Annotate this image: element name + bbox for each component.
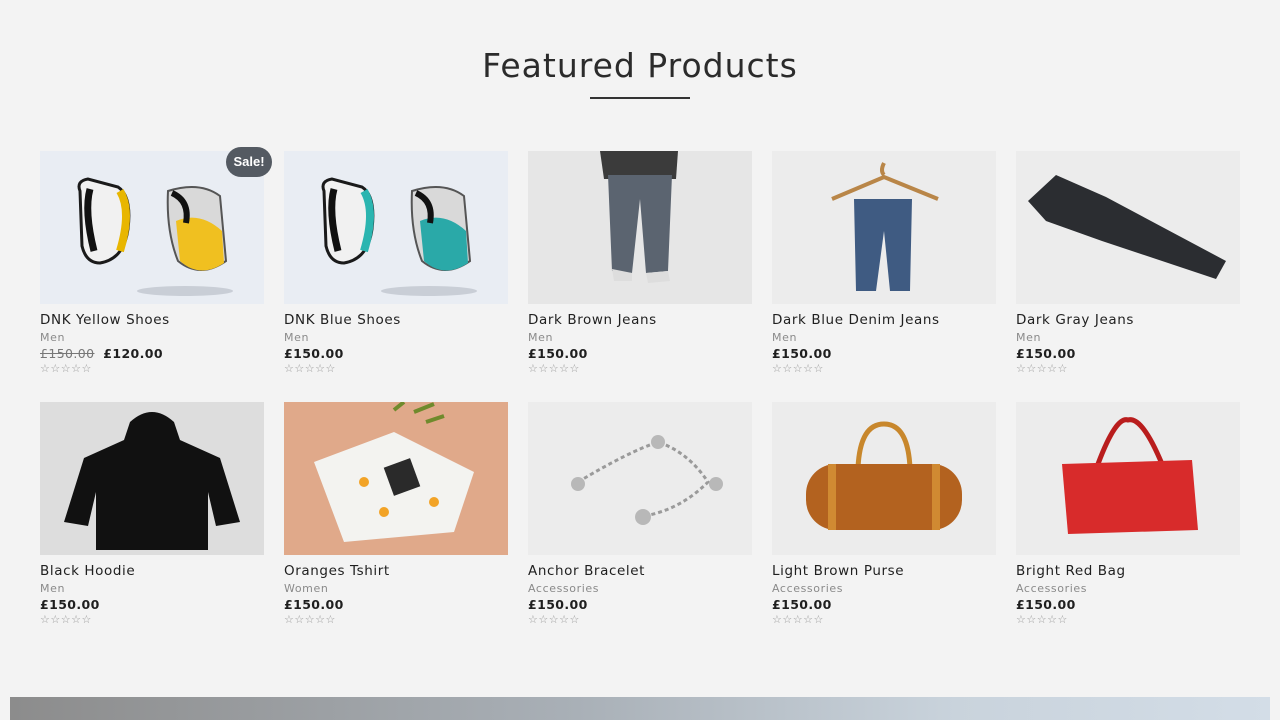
star-rating: ☆☆☆☆☆ bbox=[40, 363, 92, 375]
product-image[interactable] bbox=[284, 151, 508, 304]
product-image[interactable] bbox=[284, 402, 508, 555]
star-rating: ☆☆☆☆☆ bbox=[1016, 363, 1068, 375]
product-price: £150.00 £120.00 bbox=[40, 346, 264, 361]
sale-badge: Sale! bbox=[226, 147, 272, 177]
product-price: £150.00 bbox=[772, 346, 832, 361]
product-card-brown-jeans[interactable]: Dark Brown Jeans Men £150.00 ☆☆☆☆☆ bbox=[528, 151, 752, 375]
title-divider bbox=[590, 97, 690, 99]
product-name[interactable]: Dark Blue Denim Jeans bbox=[772, 312, 996, 328]
section-title: Featured Products bbox=[482, 46, 798, 85]
product-name[interactable]: Light Brown Purse bbox=[772, 563, 996, 579]
product-price: £150.00 bbox=[528, 597, 588, 612]
product-card-denim-jeans[interactable]: Dark Blue Denim Jeans Men £150.00 ☆☆☆☆☆ bbox=[772, 151, 996, 375]
sale-price: £120.00 bbox=[103, 346, 163, 361]
product-card-tshirt[interactable]: Oranges Tshirt Women £150.00 ☆☆☆☆☆ bbox=[284, 402, 508, 626]
product-card-purse[interactable]: Light Brown Purse Accessories £150.00 ☆☆… bbox=[772, 402, 996, 626]
product-image[interactable] bbox=[1016, 402, 1240, 555]
product-price: £150.00 bbox=[1016, 597, 1076, 612]
product-price: £150.00 bbox=[40, 597, 100, 612]
product-name[interactable]: Anchor Bracelet bbox=[528, 563, 752, 579]
product-category[interactable]: Men bbox=[40, 582, 264, 595]
product-category[interactable]: Accessories bbox=[528, 582, 752, 595]
product-name[interactable]: Dark Gray Jeans bbox=[1016, 312, 1240, 328]
product-card-yellow-shoes[interactable]: Sale! DNK Yellow Shoes Men £150.00 £120.… bbox=[40, 147, 272, 375]
star-rating: ☆☆☆☆☆ bbox=[40, 614, 92, 626]
product-image[interactable] bbox=[1016, 151, 1240, 304]
star-rating: ☆☆☆☆☆ bbox=[1016, 614, 1068, 626]
product-price: £150.00 bbox=[1016, 346, 1076, 361]
product-image[interactable] bbox=[772, 402, 996, 555]
product-card-gray-jeans[interactable]: Dark Gray Jeans Men £150.00 ☆☆☆☆☆ bbox=[1016, 151, 1240, 375]
star-rating: ☆☆☆☆☆ bbox=[284, 363, 336, 375]
product-image[interactable] bbox=[40, 151, 264, 304]
product-name[interactable]: Bright Red Bag bbox=[1016, 563, 1240, 579]
product-card-red-bag[interactable]: Bright Red Bag Accessories £150.00 ☆☆☆☆☆ bbox=[1016, 402, 1240, 626]
product-name[interactable]: Black Hoodie bbox=[40, 563, 264, 579]
product-card-blue-shoes[interactable]: DNK Blue Shoes Men £150.00 ☆☆☆☆☆ bbox=[284, 151, 508, 375]
star-rating: ☆☆☆☆☆ bbox=[528, 614, 580, 626]
product-image[interactable] bbox=[40, 402, 264, 555]
product-image[interactable] bbox=[772, 151, 996, 304]
star-rating: ☆☆☆☆☆ bbox=[528, 363, 580, 375]
product-category[interactable]: Men bbox=[40, 331, 264, 344]
product-category[interactable]: Men bbox=[528, 331, 752, 344]
star-rating: ☆☆☆☆☆ bbox=[772, 614, 824, 626]
footer-banner bbox=[10, 697, 1270, 720]
product-name[interactable]: Dark Brown Jeans bbox=[528, 312, 752, 328]
product-image[interactable] bbox=[528, 402, 752, 555]
star-rating: ☆☆☆☆☆ bbox=[284, 614, 336, 626]
product-name[interactable]: DNK Blue Shoes bbox=[284, 312, 508, 328]
product-card-bracelet[interactable]: Anchor Bracelet Accessories £150.00 ☆☆☆☆… bbox=[528, 402, 752, 626]
product-category[interactable]: Men bbox=[772, 331, 996, 344]
product-category[interactable]: Men bbox=[284, 331, 508, 344]
product-name[interactable]: Oranges Tshirt bbox=[284, 563, 508, 579]
product-grid: Sale! DNK Yellow Shoes Men £150.00 £120.… bbox=[40, 147, 1240, 626]
product-price: £150.00 bbox=[284, 597, 344, 612]
product-price: £150.00 bbox=[284, 346, 344, 361]
product-name[interactable]: DNK Yellow Shoes bbox=[40, 312, 264, 328]
product-category[interactable]: Men bbox=[1016, 331, 1240, 344]
product-category[interactable]: Accessories bbox=[772, 582, 996, 595]
product-price: £150.00 bbox=[528, 346, 588, 361]
old-price: £150.00 bbox=[40, 346, 95, 361]
product-category[interactable]: Women bbox=[284, 582, 508, 595]
product-card-hoodie[interactable]: Black Hoodie Men £150.00 ☆☆☆☆☆ bbox=[40, 402, 264, 626]
product-category[interactable]: Accessories bbox=[1016, 582, 1240, 595]
star-rating: ☆☆☆☆☆ bbox=[772, 363, 824, 375]
product-image[interactable] bbox=[528, 151, 752, 304]
product-price: £150.00 bbox=[772, 597, 832, 612]
